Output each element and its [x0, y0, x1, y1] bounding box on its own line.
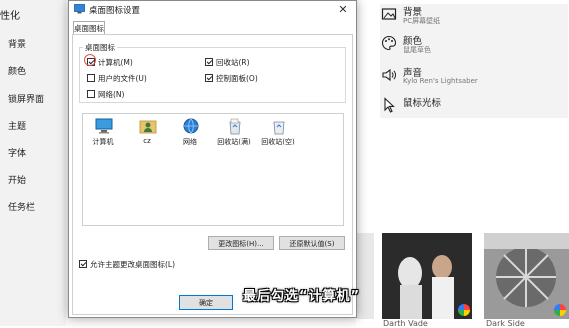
sound-subtitle: Kylo Ren's Lightsaber: [403, 77, 478, 85]
recycle-bin-empty-icon: [273, 121, 285, 135]
recycle-bin-full-icon: [229, 118, 241, 135]
checkbox-box[interactable]: [87, 74, 95, 82]
palette-icon: [381, 35, 397, 51]
dialog-titlebar[interactable]: 桌面图标设置 ✕: [69, 1, 356, 18]
checkbox-label: 控制面板(O): [216, 74, 258, 83]
icon-item-computer[interactable]: 计算机: [83, 117, 123, 153]
cursor-title: 鼠标光标: [403, 98, 442, 109]
theme-label: Darth Vade: [383, 319, 428, 328]
checkbox-recycle-bin[interactable]: 回收站(R): [205, 57, 275, 68]
groupbox-label: 桌面图标: [83, 42, 117, 53]
checkbox-label: 回收站(R): [216, 58, 250, 67]
image-icon: [381, 8, 397, 20]
icon-item-recycle-full[interactable]: 回收站(满): [214, 117, 254, 153]
theme-label: Dark Side: [486, 319, 525, 328]
theme-thumbnail[interactable]: [357, 233, 374, 319]
icon-caption: 网络: [183, 138, 197, 146]
checkbox-box[interactable]: [79, 260, 87, 268]
checkbox-control-panel[interactable]: 控制面板(O): [205, 73, 285, 84]
sidebar-item-start[interactable]: 开始: [8, 173, 26, 186]
checkbox-computer[interactable]: 计算机(M): [87, 57, 157, 68]
checkbox-label: 网络(N): [98, 90, 125, 99]
video-subtitle: 最后勾选“计算机”: [243, 289, 361, 304]
change-icon-button[interactable]: 更改图标(H)...: [208, 236, 274, 250]
icon-item-recycle-empty[interactable]: 回收站(空): [258, 117, 298, 153]
sidebar-item-colors[interactable]: 颜色: [8, 64, 26, 77]
color-subtitle: 鼠尾草色: [403, 46, 431, 54]
icon-item-user[interactable]: cz: [127, 117, 167, 153]
theme-cursor-setting[interactable]: 鼠标光标: [381, 95, 561, 121]
checkbox-allow-themes[interactable]: 允许主题更改桌面图标(L): [79, 259, 189, 270]
icon-item-network[interactable]: 网络: [170, 117, 210, 153]
theme-color-setting[interactable]: 颜色 鼠尾草色: [381, 33, 561, 59]
icon-caption: 回收站(满): [217, 138, 251, 146]
icon-caption: 回收站(空): [261, 138, 295, 146]
mouse-pointer-icon: [384, 97, 395, 113]
user-folder-icon: [139, 120, 157, 134]
settings-sidebar: 性化 背景 颜色 锁屏界面 主题 字体 开始 任务栏: [0, 0, 66, 326]
theme-sound-setting[interactable]: 声音 Kylo Ren's Lightsaber: [381, 65, 561, 91]
checkbox-box[interactable]: [87, 90, 95, 98]
checkbox-user-files[interactable]: 用户的文件(U): [87, 73, 167, 84]
background-subtitle: PC屏幕壁纸: [403, 17, 441, 25]
icon-caption: cz: [143, 137, 151, 145]
sidebar-item-fonts[interactable]: 字体: [8, 146, 26, 159]
checkbox-label: 计算机(M): [98, 58, 133, 67]
click-highlight: [84, 54, 96, 66]
restore-default-button[interactable]: 还原默认值(S): [279, 236, 345, 250]
network-icon: [183, 118, 199, 134]
monitor-icon: [74, 4, 85, 14]
computer-icon: [95, 118, 113, 134]
sidebar-title: 性化: [0, 11, 20, 22]
theme-background-setting[interactable]: 背景 PC屏幕壁纸: [381, 4, 561, 30]
icon-caption: 计算机: [92, 138, 114, 146]
checkbox-label: 允许主题更改桌面图标(L): [90, 260, 176, 269]
theme-color-dot: [554, 304, 566, 316]
checkbox-network[interactable]: 网络(N): [87, 89, 147, 100]
speaker-icon: [382, 68, 396, 82]
ok-button[interactable]: 确定: [179, 295, 233, 310]
sidebar-item-taskbar[interactable]: 任务栏: [8, 200, 35, 213]
checkbox-box[interactable]: [205, 74, 213, 82]
sidebar-item-themes[interactable]: 主题: [8, 119, 26, 132]
sidebar-item-lockscreen[interactable]: 锁屏界面: [8, 92, 44, 105]
dialog-title: 桌面图标设置: [89, 6, 141, 16]
tab-strip: 桌面图标: [72, 20, 353, 36]
close-button[interactable]: ✕: [336, 3, 350, 16]
checkbox-box[interactable]: [205, 58, 213, 66]
sidebar-item-background[interactable]: 背景: [8, 37, 26, 50]
theme-color-dot: [458, 304, 470, 316]
checkbox-label: 用户的文件(U): [98, 74, 147, 83]
